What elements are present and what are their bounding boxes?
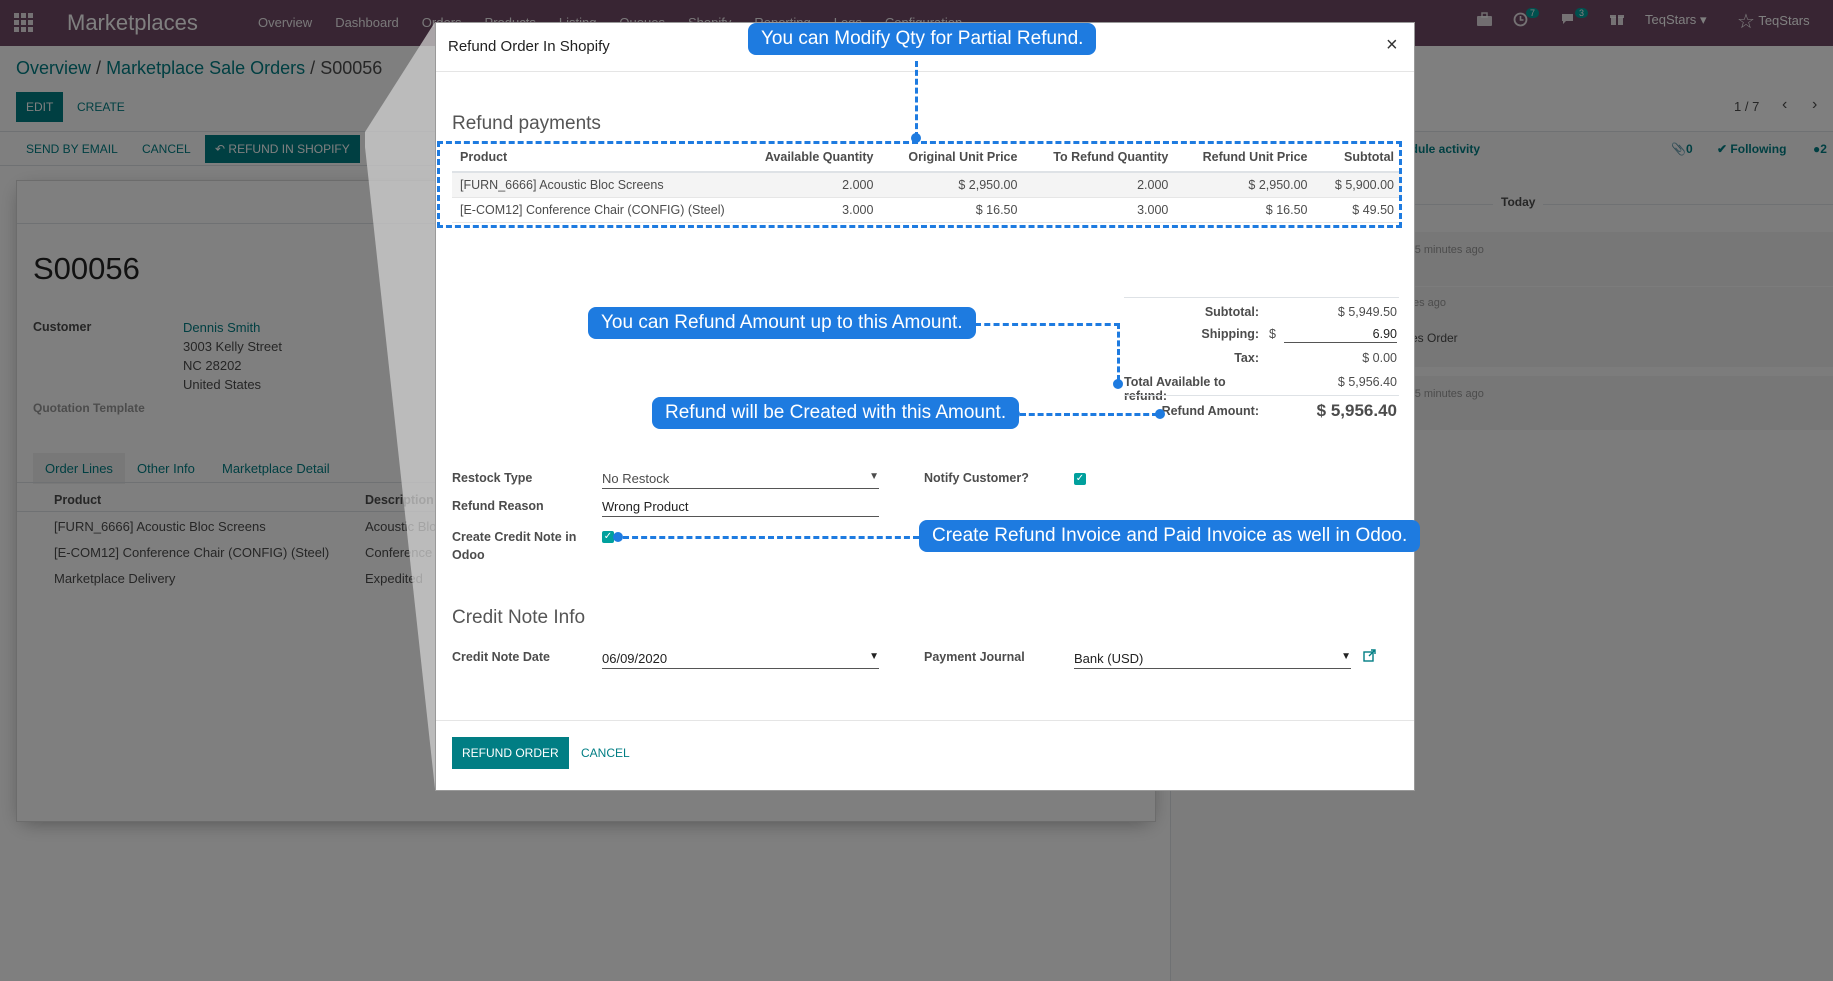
payment-journal-label: Payment Journal: [924, 650, 1025, 664]
notify-customer-label: Notify Customer?: [924, 471, 1029, 485]
callout-create-invoice: Create Refund Invoice and Paid Invoice a…: [919, 520, 1421, 552]
shipping-label: Shipping:: [1201, 327, 1259, 341]
credit-note-date-value: 06/09/2020: [602, 651, 668, 666]
callout-anchor-dot: [965, 319, 975, 329]
available-value: $ 5,956.40: [1337, 375, 1397, 389]
shipping-currency: $: [1269, 327, 1276, 341]
restock-type-select[interactable]: No Restock ▼: [602, 471, 879, 489]
restock-type-label: Restock Type: [452, 471, 533, 485]
callout-anchor-dot: [613, 532, 623, 542]
notify-customer-checkbox[interactable]: ✓: [1074, 473, 1086, 485]
restock-type-value: No Restock: [602, 471, 670, 486]
callout-connector: [1117, 323, 1120, 381]
modal-title: Refund Order In Shopify: [448, 38, 610, 55]
refund-totals: Subtotal: $ 5,949.50 Shipping: $ 6.90 Ta…: [1124, 305, 1399, 435]
credit-note-date-label: Credit Note Date: [452, 650, 550, 664]
callout-connector: [623, 536, 919, 539]
callout-connector: [975, 323, 1120, 326]
callout-connector: [1020, 413, 1158, 416]
subtotal-value: $ 5,949.50: [1337, 305, 1397, 319]
credit-note-date-input[interactable]: 06/09/2020 ▼: [602, 651, 879, 669]
refund-order-button[interactable]: REFUND ORDER: [452, 737, 569, 769]
callout-refund-created: Refund will be Created with this Amount.: [652, 397, 1020, 429]
callout-connector: [915, 61, 918, 138]
modal-footer-divider: [436, 720, 1414, 721]
refund-payments-title: Refund payments: [452, 113, 601, 134]
tax-value: $ 0.00: [1362, 351, 1397, 365]
refund-reason-input[interactable]: Wrong Product: [602, 499, 879, 517]
caret-down-icon: ▼: [869, 651, 879, 662]
callout-anchor-dot: [1113, 379, 1123, 389]
totals-divider: [1124, 395, 1399, 396]
caret-down-icon: ▼: [1341, 651, 1351, 662]
payment-journal-select[interactable]: Bank (USD) ▼: [1074, 651, 1351, 669]
available-label: Total Available to refund:: [1124, 375, 1226, 403]
credit-note-info-title: Credit Note Info: [452, 607, 586, 628]
callout-anchor-dot: [911, 133, 921, 143]
subtotal-label: Subtotal:: [1204, 305, 1259, 319]
callout-anchor-dot: [1010, 409, 1020, 419]
callout-modify-qty: You can Modify Qty for Partial Refund.: [748, 23, 1097, 55]
external-link-icon[interactable]: [1363, 649, 1376, 665]
tax-label: Tax:: [1234, 351, 1259, 365]
caret-down-icon: ▼: [869, 471, 879, 482]
callout-refund-up-to: You can Refund Amount up to this Amount.: [588, 307, 976, 339]
table-highlight-box: [437, 141, 1402, 228]
refund-reason-label: Refund Reason: [452, 499, 544, 513]
refund-amount-value: $ 5,956.40: [1316, 401, 1397, 420]
refund-amount-label: Refund Amount:: [1161, 404, 1259, 418]
totals-divider: [1124, 297, 1399, 298]
payment-journal-value: Bank (USD): [1074, 651, 1144, 666]
shipping-input[interactable]: 6.90: [1284, 327, 1397, 343]
close-icon[interactable]: ×: [1386, 34, 1398, 57]
create-credit-note-label: Create Credit Note in Odoo: [452, 530, 577, 562]
cancel-button[interactable]: CANCEL: [581, 746, 630, 760]
callout-anchor-dot: [1155, 409, 1165, 419]
